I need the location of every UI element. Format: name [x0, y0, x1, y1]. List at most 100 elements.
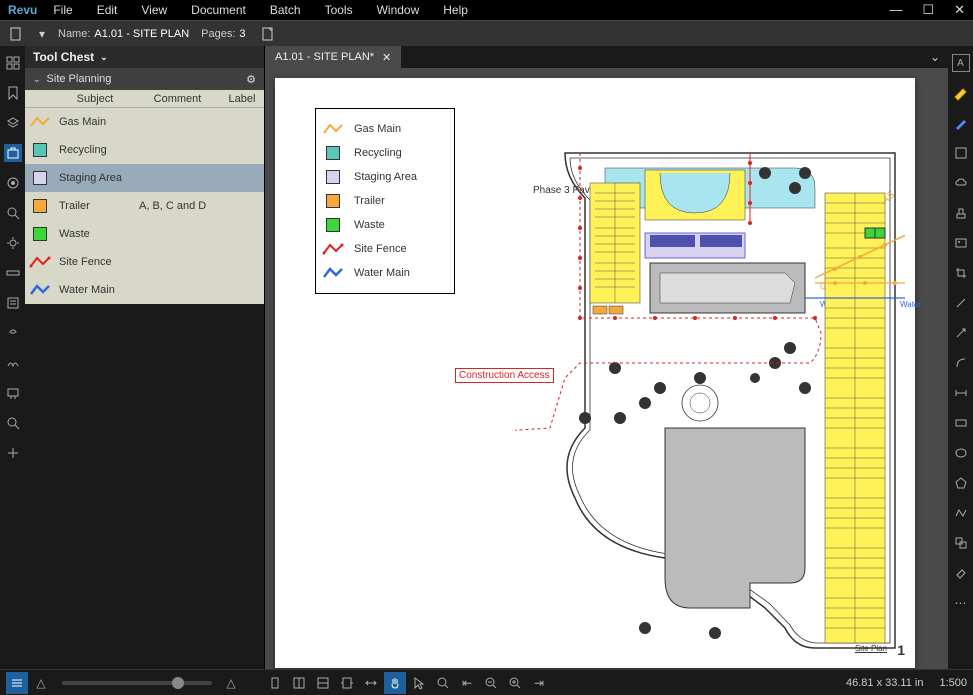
menu-bar: Revu File Edit View Document Batch Tools… [0, 0, 973, 20]
tool-icon [25, 254, 55, 270]
layers-icon[interactable] [4, 114, 22, 132]
minimize-icon[interactable]: — [889, 2, 902, 18]
arrow-tool-icon[interactable] [952, 324, 970, 342]
legend-row: Staging Area [322, 165, 448, 189]
tool-subject: Staging Area [55, 172, 135, 184]
search-panel-icon[interactable] [4, 204, 22, 222]
document-tab[interactable]: A1.01 - SITE PLAN* ✕ [265, 46, 401, 68]
gear-icon[interactable]: ⚙ [246, 73, 256, 86]
measure-icon[interactable] [4, 264, 22, 282]
legend-label: Trailer [354, 195, 385, 207]
select-tool-icon[interactable] [408, 672, 430, 694]
panel-title[interactable]: Tool Chest ⌄ [25, 46, 264, 68]
zoom-tool-icon[interactable] [432, 672, 454, 694]
more-tools-icon[interactable]: ⋯ [952, 594, 970, 612]
forms-icon[interactable] [4, 294, 22, 312]
first-page-icon[interactable]: ⇤ [456, 672, 478, 694]
stamp-tool-icon[interactable] [952, 204, 970, 222]
pages-label: Pages: [201, 28, 235, 40]
gear-panel-icon[interactable] [4, 234, 22, 252]
right-rail: A ⋯ [948, 46, 973, 695]
status-scale: 1:500 [939, 677, 967, 689]
eraser-tool-icon[interactable] [952, 564, 970, 582]
note-tool-icon[interactable] [952, 144, 970, 162]
menu-file[interactable]: File [53, 3, 72, 17]
split-v-icon[interactable] [288, 672, 310, 694]
thumbnails-icon[interactable] [4, 54, 22, 72]
menu-document[interactable]: Document [191, 3, 246, 17]
tool-row[interactable]: Waste [25, 220, 264, 248]
prev-view-icon[interactable]: △ [30, 672, 52, 694]
dimension-tool-icon[interactable] [952, 384, 970, 402]
properties-icon[interactable] [4, 174, 22, 192]
links-icon[interactable] [4, 324, 22, 342]
tool-subject: Waste [55, 228, 135, 240]
pan-tool-icon[interactable] [384, 672, 406, 694]
rectangle-tool-icon[interactable] [952, 414, 970, 432]
add-panel-icon[interactable] [4, 444, 22, 462]
maximize-icon[interactable]: ☐ [922, 2, 934, 18]
markups-list-icon[interactable] [6, 672, 28, 694]
zoom-in-icon[interactable] [504, 672, 526, 694]
pen-tool-icon[interactable] [952, 114, 970, 132]
fit-width-icon[interactable] [360, 672, 382, 694]
tool-row[interactable]: Water Main [25, 276, 264, 304]
bookmarks-icon[interactable] [4, 84, 22, 102]
arc-tool-icon[interactable] [952, 354, 970, 372]
polyline-tool-icon[interactable] [952, 504, 970, 522]
tool-row[interactable]: TrailerA, B, C and D [25, 192, 264, 220]
close-tab-icon[interactable]: ✕ [382, 51, 391, 64]
tool-row[interactable]: Recycling [25, 136, 264, 164]
fit-page-icon[interactable] [336, 672, 358, 694]
legend-icon [322, 217, 344, 233]
col-label[interactable]: Label [220, 93, 264, 105]
col-comment[interactable]: Comment [135, 93, 220, 105]
search-icon[interactable] [4, 414, 22, 432]
single-page-icon[interactable] [264, 672, 286, 694]
group-tool-icon[interactable] [952, 534, 970, 552]
tool-subject: Trailer [55, 200, 135, 212]
tool-chest-panel: Tool Chest ⌄ ⌄ Site Planning ⚙ Subject C… [25, 46, 265, 695]
toolchest-icon[interactable] [4, 144, 22, 162]
studio-icon[interactable] [4, 384, 22, 402]
legend-row: Waste [322, 213, 448, 237]
image-tool-icon[interactable] [952, 234, 970, 252]
text-tool-icon[interactable]: A [952, 54, 970, 72]
tool-row[interactable]: Site Fence [25, 248, 264, 276]
chevron-down-icon: ⌄ [33, 74, 41, 85]
menu-view[interactable]: View [141, 3, 167, 17]
next-view-icon[interactable]: △ [220, 672, 242, 694]
dropdown-icon[interactable]: ▾ [32, 24, 52, 44]
panel-section[interactable]: ⌄ Site Planning ⚙ [25, 68, 264, 90]
tab-menu-icon[interactable]: ⌄ [922, 50, 948, 64]
signatures-icon[interactable] [4, 354, 22, 372]
document-page: Gas MainRecyclingStaging AreaTrailerWast… [275, 78, 915, 668]
tool-row[interactable]: Gas Main [25, 108, 264, 136]
menu-window[interactable]: Window [377, 3, 420, 17]
ellipse-tool-icon[interactable] [952, 444, 970, 462]
legend-row: Trailer [322, 189, 448, 213]
split-h-icon[interactable] [312, 672, 334, 694]
tool-row[interactable]: Staging Area [25, 164, 264, 192]
zoom-out-icon[interactable] [480, 672, 502, 694]
crop-tool-icon[interactable] [952, 264, 970, 282]
new-doc-icon[interactable] [6, 24, 26, 44]
menu-edit[interactable]: Edit [97, 3, 118, 17]
zoom-slider[interactable] [62, 681, 212, 685]
menu-tools[interactable]: Tools [325, 3, 353, 17]
menu-help[interactable]: Help [443, 3, 468, 17]
line-tool-icon[interactable] [952, 294, 970, 312]
site-plan-drawing [515, 138, 905, 663]
highlight-tool-icon[interactable] [952, 84, 970, 102]
page-icon[interactable] [258, 24, 278, 44]
legend-icon [322, 265, 344, 281]
legend-row: Recycling [322, 141, 448, 165]
cloud-tool-icon[interactable] [952, 174, 970, 192]
left-rail [0, 46, 25, 695]
last-page-icon[interactable]: ⇥ [528, 672, 550, 694]
polygon-tool-icon[interactable] [952, 474, 970, 492]
col-subject[interactable]: Subject [55, 93, 135, 105]
document-canvas[interactable]: Gas MainRecyclingStaging AreaTrailerWast… [265, 68, 948, 695]
close-icon[interactable]: ✕ [954, 2, 965, 18]
menu-batch[interactable]: Batch [270, 3, 301, 17]
